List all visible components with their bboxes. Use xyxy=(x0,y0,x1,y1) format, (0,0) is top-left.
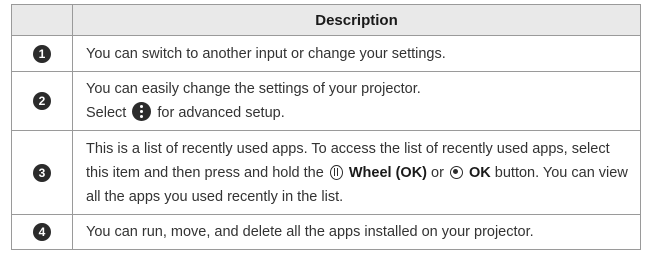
row-number-cell: 2 xyxy=(11,71,73,131)
row-description: You can switch to another input or chang… xyxy=(72,35,641,72)
row-number-cell: 4 xyxy=(11,214,73,250)
table-row: 2 You can easily change the settings of … xyxy=(11,71,641,131)
ok-label: OK xyxy=(469,164,491,181)
description-table-container: Description 1 You can switch to another … xyxy=(11,4,641,250)
table-header-row: Description xyxy=(11,4,641,36)
table-row: 1 You can switch to another input or cha… xyxy=(11,35,641,72)
ok-button-icon xyxy=(449,165,463,179)
table-row: 3 This is a list of recently used apps. … xyxy=(11,130,641,215)
header-number-cell xyxy=(11,4,73,36)
row-number-cell: 1 xyxy=(11,35,73,72)
description-text: or xyxy=(431,164,444,181)
row-description: You can run, move, and delete all the ap… xyxy=(72,214,641,250)
header-description: Description xyxy=(72,4,641,36)
wheel-ok-label: Wheel (OK) xyxy=(348,164,427,181)
table-row: 4 You can run, move, and delete all the … xyxy=(11,214,641,250)
number-badge: 2 xyxy=(33,92,51,110)
description-text: Select xyxy=(86,105,127,121)
row-description: You can easily change the settings of yo… xyxy=(72,71,641,131)
row-number-cell: 3 xyxy=(11,130,73,215)
description-line: You can easily change the settings of yo… xyxy=(86,81,421,97)
wheel-icon xyxy=(329,164,343,180)
number-badge: 4 xyxy=(33,223,51,241)
description-text: for advanced setup. xyxy=(157,105,285,121)
number-badge: 3 xyxy=(33,163,51,182)
description-table: Description 1 You can switch to another … xyxy=(11,4,641,250)
number-badge: 1 xyxy=(33,44,51,63)
more-options-icon xyxy=(132,102,152,121)
row-description: This is a list of recently used apps. To… xyxy=(72,130,641,215)
